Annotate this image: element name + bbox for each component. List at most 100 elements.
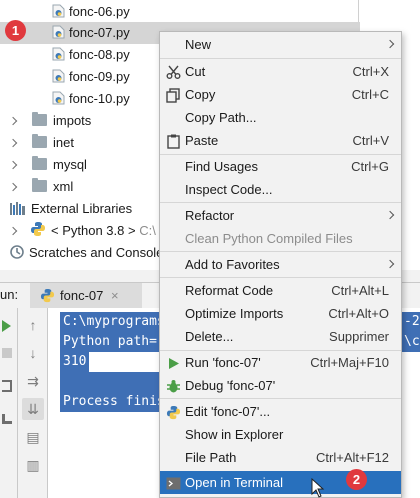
chevron-right-icon[interactable] [8,182,18,192]
tree-file-label: fonc-06.py [69,4,130,19]
menu-item-copy-path[interactable]: Copy Path... [160,106,401,129]
menu-item-add-to-favorites[interactable]: Add to Favorites [160,253,401,276]
python-icon [30,221,46,244]
tree-folder-impots[interactable]: impots [8,110,150,132]
pin-icon[interactable] [2,414,12,424]
menu-item-label: Reformat Code [185,283,274,298]
libraries-icon [10,200,26,222]
debug-icon [166,378,181,393]
folder-icon [32,156,47,170]
scroll-to-end-icon[interactable]: ⇊ [22,398,44,420]
tree-external-libraries[interactable]: External Libraries [10,198,160,220]
chevron-right-icon[interactable] [8,226,18,236]
chevron-right-icon [385,39,395,49]
tree-file-fonc-08[interactable]: fonc-08.py [52,44,130,66]
menu-item-label: Find Usages [185,159,258,174]
menu-item-new[interactable]: New [160,33,401,56]
menu-item-label: Edit 'fonc-07'... [185,404,271,419]
chevron-right-icon[interactable] [8,160,18,170]
chevron-right-icon[interactable] [8,138,18,148]
scissors-icon [166,64,181,79]
menu-item-shortcut: Supprimer [329,329,389,344]
soft-wrap-icon[interactable]: ⇉ [22,370,44,392]
step-badge-1: 1 [5,20,26,41]
menu-separator [160,58,401,59]
menu-item-label: Open in Terminal [185,475,284,490]
tree-file-label: fonc-08.py [69,47,130,62]
menu-item-shortcut: Ctrl+G [351,159,389,174]
tree-python-sdk-label: < Python 3.8 > [51,223,136,238]
menu-item-show-in-explorer[interactable]: Show in Explorer [160,423,401,446]
menu-item-run[interactable]: Run 'fonc-07' Ctrl+Maj+F10 [160,351,401,374]
tree-folder-mysql[interactable]: mysql [8,154,150,176]
layout-icon[interactable] [2,380,12,392]
menu-separator [160,251,401,252]
menu-item-file-path[interactable]: File Path Ctrl+Alt+F12 [160,446,401,469]
arrow-down-icon[interactable]: ↓ [22,342,44,364]
menu-item-debug[interactable]: Debug 'fonc-07' [160,374,401,397]
menu-item-reformat-code[interactable]: Reformat Code Ctrl+Alt+L [160,279,401,302]
menu-item-optimize-imports[interactable]: Optimize Imports Ctrl+Alt+O [160,302,401,325]
menu-item-clean-compiled: Clean Python Compiled Files [160,227,401,250]
menu-item-shortcut: Ctrl+C [351,87,389,102]
folder-icon [32,134,47,148]
menu-item-label: Cut [185,64,206,79]
tree-folder-label: inet [53,135,74,150]
tree-folder-label: impots [53,113,92,128]
rerun-icon[interactable] [2,320,11,332]
tree-folder-label: mysql [53,157,87,172]
tree-scratches-label: Scratches and Consoles [29,245,160,260]
menu-separator [160,202,401,203]
python-icon [166,404,181,420]
tree-folder-inet[interactable]: inet [8,132,150,154]
run-window-label: un: [0,287,19,302]
menu-item-label: Debug 'fonc-07' [185,378,276,393]
terminal-icon [166,475,181,490]
console-line: Process finis [60,392,168,412]
print-icon[interactable]: ▤ [22,426,44,448]
menu-item-cut[interactable]: Cut Ctrl+X [160,60,401,83]
console-line-fragment: \c [402,332,420,352]
folder-icon [32,178,47,192]
tree-folder-label: xml [53,179,74,194]
tree-scratches[interactable]: Scratches and Consoles [10,242,160,264]
tree-file-label: fonc-07.py [69,25,130,40]
run-tab-fonc-07[interactable]: fonc-07 × [30,283,142,309]
menu-item-paste[interactable]: Paste Ctrl+V [160,129,401,152]
menu-item-label: Optimize Imports [185,306,284,321]
menu-item-label: Paste [185,133,219,148]
menu-separator [160,277,401,278]
menu-item-label: Run 'fonc-07' [185,355,261,370]
mouse-cursor-icon [311,478,325,498]
trash-icon[interactable]: ▥ [22,454,44,476]
menu-item-inspect-code[interactable]: Inspect Code... [160,178,401,201]
menu-item-label: Refactor [185,208,235,223]
menu-item-copy[interactable]: Copy Ctrl+C [160,83,401,106]
tree-folder-xml[interactable]: xml [8,176,150,198]
stop-icon[interactable] [2,348,12,358]
menu-item-find-usages[interactable]: Find Usages Ctrl+G [160,155,401,178]
tree-python-sdk[interactable]: < Python 3.8 > C:\ [8,220,160,244]
console-line-fragment: -20 [402,312,420,332]
arrow-up-icon[interactable]: ↑ [22,314,44,336]
menu-item-edit[interactable]: Edit 'fonc-07'... [160,400,401,423]
chevron-right-icon[interactable] [8,116,18,126]
menu-item-label: Clean Python Compiled Files [185,231,353,246]
step-badge-2: 2 [346,469,367,490]
menu-item-label: New [185,37,212,52]
close-icon[interactable]: × [111,288,119,303]
python-file-icon [52,3,65,18]
tree-file-fonc-06[interactable]: fonc-06.py [52,1,130,23]
tree-file-fonc-10[interactable]: fonc-10.py [52,88,130,110]
paste-icon [166,133,181,149]
tree-file-label: fonc-09.py [69,69,130,84]
run-left-toolbar [0,308,18,498]
python-file-icon [52,24,65,39]
menu-item-delete[interactable]: Delete... Supprimer [160,325,401,348]
tree-external-libraries-label: External Libraries [31,201,133,216]
menu-item-shortcut: Ctrl+Alt+F12 [316,450,389,465]
menu-item-refactor[interactable]: Refactor [160,204,401,227]
chevron-right-icon [385,210,395,220]
tree-file-fonc-09[interactable]: fonc-09.py [52,66,130,88]
menu-item-shortcut: Ctrl+V [352,133,389,148]
